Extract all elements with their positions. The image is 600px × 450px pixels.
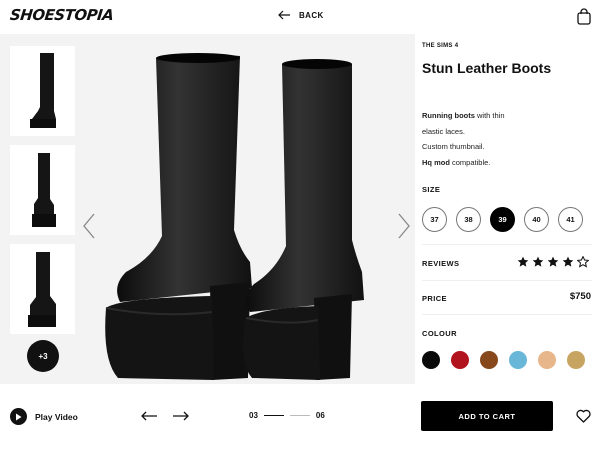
pager-line-active <box>263 415 284 416</box>
arrow-left-icon <box>278 10 290 20</box>
desc-text-1: with thin <box>474 111 505 120</box>
price-value: $750 <box>569 291 591 302</box>
colour-swatch[interactable] <box>567 351 585 369</box>
size-option[interactable]: 40 <box>524 207 549 232</box>
colour-swatch[interactable] <box>422 351 440 369</box>
brand-logo[interactable]: SHOESTOPIA <box>9 6 114 24</box>
bottom-bar: Play Video 03 06 ADD TO CART <box>0 384 600 450</box>
chevron-left-icon[interactable] <box>82 212 96 240</box>
pagination: 03 06 <box>249 411 325 420</box>
heart-icon[interactable] <box>576 409 591 423</box>
colour-swatch[interactable] <box>538 351 556 369</box>
arrow-right-icon[interactable] <box>172 411 189 421</box>
size-option[interactable]: 41 <box>558 207 583 232</box>
boot-thumbnail-image <box>27 252 56 327</box>
star-filled-icon <box>532 256 544 267</box>
product-main-image <box>105 53 364 380</box>
page-total: 06 <box>315 411 325 420</box>
header: SHOESTOPIA BACK <box>0 0 600 34</box>
size-label: SIZE <box>422 185 441 194</box>
colour-swatch[interactable] <box>451 351 469 369</box>
boot-thumbnail-image <box>31 153 56 227</box>
product-title: Stun Leather Boots <box>422 60 552 76</box>
boot-thumbnail-image <box>29 53 56 128</box>
product-gallery: +3 <box>0 34 415 384</box>
colour-swatch[interactable] <box>480 351 498 369</box>
shopping-bag-icon[interactable] <box>577 8 591 25</box>
star-filled-icon <box>517 256 529 267</box>
breadcrumb[interactable]: THE SIMS 4 <box>422 43 458 49</box>
play-icon <box>10 408 27 425</box>
thumbnail-2[interactable] <box>10 145 75 235</box>
product-info-panel: THE SIMS 4 Stun Leather Boots Running bo… <box>422 34 600 384</box>
size-option[interactable]: 37 <box>422 207 447 232</box>
back-button[interactable]: BACK <box>278 10 324 20</box>
colour-swatch[interactable] <box>509 351 527 369</box>
reviews-label: REVIEWS <box>422 259 460 268</box>
arrow-left-icon[interactable] <box>141 411 158 421</box>
thumbnail-3[interactable] <box>10 244 75 334</box>
divider <box>422 314 592 315</box>
page-current: 03 <box>249 411 258 420</box>
rating-stars[interactable] <box>517 256 589 268</box>
desc-bold-1: Running boots <box>422 111 475 120</box>
price-label: PRICE <box>422 294 447 303</box>
back-label: BACK <box>299 10 324 20</box>
desc-text-3: Custom thumbnail. <box>422 142 485 151</box>
desc-bold-4: Hq mod <box>422 157 450 167</box>
star-filled-icon <box>547 256 559 267</box>
chevron-right-icon[interactable] <box>397 212 411 240</box>
add-to-cart-button[interactable]: ADD TO CART <box>421 401 553 431</box>
pager-line <box>289 415 310 416</box>
more-images-button[interactable]: +3 <box>27 340 59 372</box>
play-video-button[interactable]: Play Video <box>10 408 78 425</box>
size-option[interactable]: 38 <box>456 207 481 232</box>
product-description: Running boots with thin elastic laces. C… <box>422 108 505 170</box>
divider <box>422 244 592 245</box>
star-empty-icon <box>577 256 589 268</box>
size-option-selected[interactable]: 39 <box>490 207 515 232</box>
thumbnail-1[interactable] <box>10 46 75 136</box>
colour-label: COLOUR <box>422 329 457 338</box>
play-video-label: Play Video <box>35 411 78 422</box>
size-selector: 37 38 39 40 41 <box>422 207 583 232</box>
star-filled-icon <box>562 256 574 267</box>
colour-selector <box>422 351 585 369</box>
desc-text-4: compatible. <box>449 157 491 167</box>
divider <box>422 280 592 281</box>
desc-text-2: elastic laces. <box>422 126 465 136</box>
